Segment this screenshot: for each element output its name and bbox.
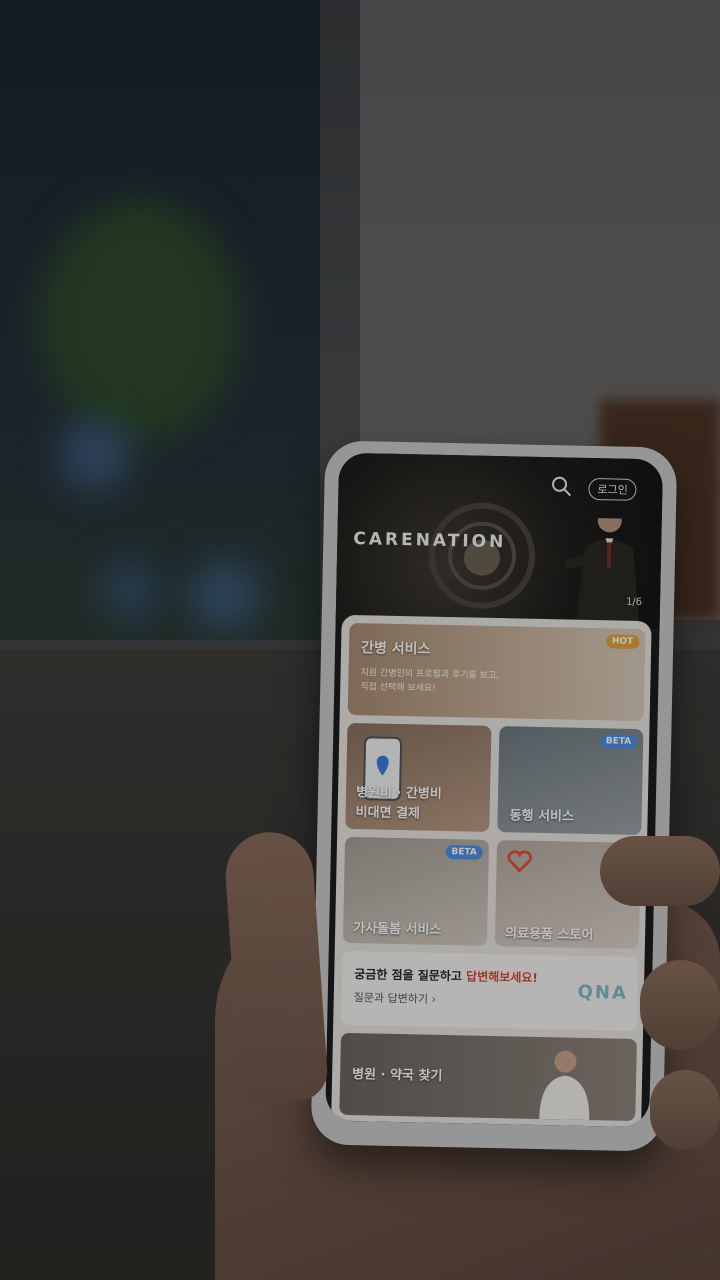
dark-overlay [0, 0, 720, 1280]
